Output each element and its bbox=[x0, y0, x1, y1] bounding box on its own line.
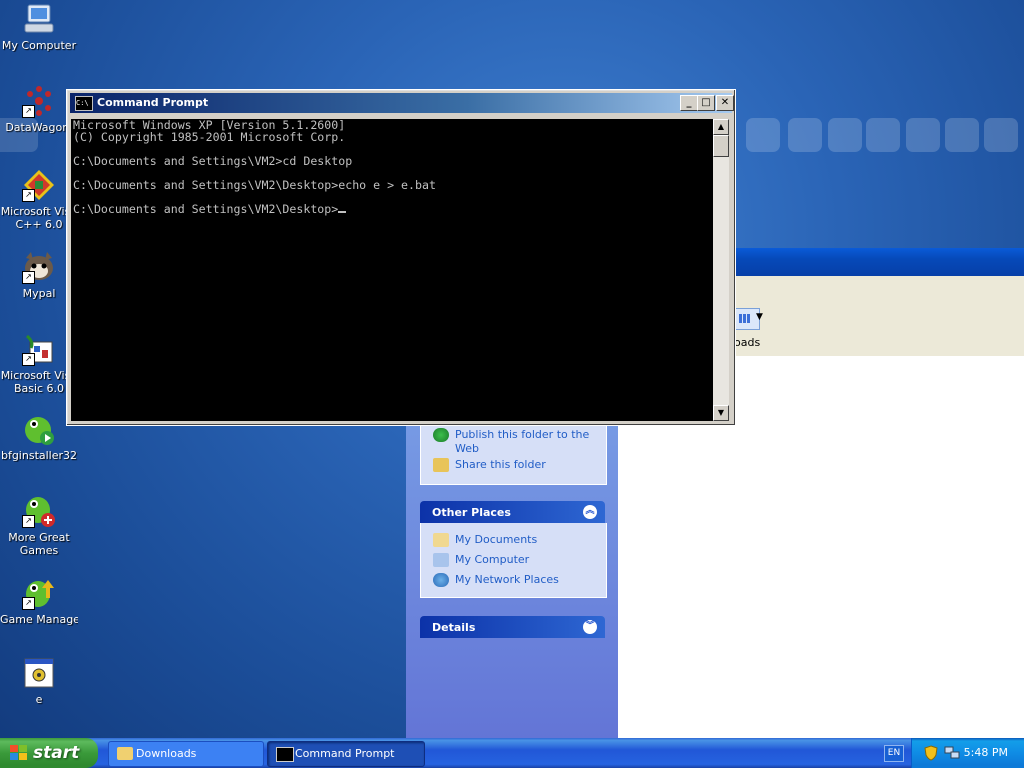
shortcut-arrow-icon: ↗ bbox=[22, 271, 35, 284]
visual-cpp-icon: ↗ bbox=[22, 168, 56, 202]
desktop-icon-label: e bbox=[35, 693, 43, 706]
visual-basic-icon: ↗ bbox=[22, 332, 56, 366]
taskbar-button-command-prompt[interactable]: Command Prompt bbox=[267, 741, 425, 767]
console-line: C:\Documents and Settings\VM2>cd Desktop bbox=[73, 154, 353, 168]
cmd-titlebar[interactable]: C:\ Command Prompt _ □ ✕ bbox=[70, 93, 734, 113]
folder-icon bbox=[117, 747, 133, 760]
start-button[interactable]: start bbox=[0, 738, 98, 768]
start-label: start bbox=[33, 743, 80, 763]
shortcut-arrow-icon: ↗ bbox=[22, 353, 35, 366]
vertical-scrollbar[interactable]: ▲ ▼ bbox=[713, 119, 729, 421]
wallpaper-decoration bbox=[828, 118, 862, 152]
wallpaper-decoration bbox=[788, 118, 822, 152]
mypal-icon: ↗ bbox=[22, 250, 56, 284]
shortcut-arrow-icon: ↗ bbox=[22, 189, 35, 202]
console-line: C:\Documents and Settings\VM2\Desktop>ec… bbox=[73, 178, 436, 192]
text-cursor bbox=[338, 211, 347, 213]
taskbar-button-label: Downloads bbox=[136, 747, 197, 760]
collapse-chevron-icon[interactable]: ︽ bbox=[583, 505, 597, 519]
desktop-icon-e-bat[interactable]: e bbox=[0, 656, 78, 706]
scroll-down-button[interactable]: ▼ bbox=[713, 405, 729, 421]
my-computer-icon bbox=[22, 2, 56, 36]
wallpaper-decoration bbox=[945, 118, 979, 152]
minimize-button[interactable]: _ bbox=[680, 95, 698, 111]
desktop-icon-label: More Great bbox=[8, 531, 70, 544]
datawagon-icon: ↗ bbox=[22, 84, 56, 118]
system-tray: 5:48 PM bbox=[911, 738, 1024, 768]
desktop-icon-label: Games bbox=[19, 544, 59, 557]
security-shield-icon[interactable] bbox=[924, 745, 938, 761]
batch-file-icon bbox=[22, 656, 56, 690]
my-computer-icon bbox=[433, 553, 449, 567]
details-title: Details bbox=[432, 621, 476, 634]
my-documents-link[interactable]: My Documents bbox=[433, 533, 537, 547]
wallpaper-decoration bbox=[746, 118, 780, 152]
other-places-title: Other Places bbox=[432, 506, 511, 519]
cmd-window-icon[interactable]: C:\ bbox=[75, 96, 93, 111]
network-places-link[interactable]: My Network Places bbox=[433, 573, 559, 587]
share-folder-icon bbox=[433, 458, 449, 472]
desktop-icon-label: My Computer bbox=[1, 39, 77, 52]
scroll-up-button[interactable]: ▲ bbox=[713, 119, 729, 135]
maximize-button[interactable]: □ bbox=[697, 95, 715, 111]
windows-flag-icon bbox=[10, 745, 28, 761]
taskbar: start Downloads Command Prompt EN 5:48 P… bbox=[0, 738, 1024, 768]
publish-web-link[interactable]: Publish this folder to the Web bbox=[433, 428, 589, 455]
publish-web-icon bbox=[433, 428, 449, 442]
cmd-window-title: Command Prompt bbox=[97, 96, 209, 109]
taskbar-button-downloads[interactable]: Downloads bbox=[108, 741, 264, 767]
network-places-icon bbox=[433, 573, 449, 587]
desktop-icon-game-manager[interactable]: ↗ Game Manager bbox=[0, 576, 78, 626]
desktop-icon-my-computer[interactable]: My Computer bbox=[0, 2, 78, 52]
wallpaper-decoration bbox=[906, 118, 940, 152]
other-places-header[interactable]: Other Places ︽ bbox=[420, 501, 605, 523]
cmd-icon bbox=[276, 747, 294, 762]
shortcut-arrow-icon: ↗ bbox=[22, 597, 35, 610]
share-folder-link[interactable]: Share this folder bbox=[433, 458, 546, 472]
my-computer-link[interactable]: My Computer bbox=[433, 553, 529, 567]
my-documents-icon bbox=[433, 533, 449, 547]
details-header[interactable]: Details ︾ bbox=[420, 616, 605, 638]
wallpaper-decoration bbox=[984, 118, 1018, 152]
desktop-icon-label: bfginstaller32 bbox=[0, 449, 78, 462]
expand-chevron-icon[interactable]: ︾ bbox=[583, 620, 597, 634]
wallpaper-decoration bbox=[866, 118, 900, 152]
command-prompt-window[interactable]: C:\ Command Prompt _ □ ✕ Microsoft Windo… bbox=[66, 89, 736, 426]
game-manager-icon: ↗ bbox=[22, 576, 56, 610]
scroll-thumb[interactable] bbox=[713, 135, 729, 157]
shortcut-arrow-icon: ↗ bbox=[22, 515, 35, 528]
console-output[interactable]: Microsoft Windows XP [Version 5.1.2600] … bbox=[71, 119, 713, 421]
language-indicator[interactable]: EN bbox=[884, 745, 904, 762]
desktop-icon-label: Game Manager bbox=[0, 613, 78, 626]
bfg-installer-icon bbox=[22, 412, 56, 446]
more-games-icon: ↗ bbox=[22, 494, 56, 528]
shortcut-arrow-icon: ↗ bbox=[22, 105, 35, 118]
close-button[interactable]: ✕ bbox=[716, 95, 734, 111]
clock[interactable]: 5:48 PM bbox=[964, 746, 1008, 759]
console-prompt-line: C:\Documents and Settings\VM2\Desktop> bbox=[71, 203, 713, 215]
taskbar-button-label: Command Prompt bbox=[295, 747, 395, 760]
console-line: (C) Copyright 1985-2001 Microsoft Corp. bbox=[73, 130, 346, 144]
desktop-icon-more-games[interactable]: ↗ More Great Games bbox=[0, 494, 78, 557]
network-tray-icon[interactable] bbox=[944, 746, 960, 760]
other-places-panel: My Documents My Computer My Network Plac… bbox=[420, 523, 607, 598]
views-dropdown-icon[interactable]: ▼ bbox=[756, 312, 763, 322]
